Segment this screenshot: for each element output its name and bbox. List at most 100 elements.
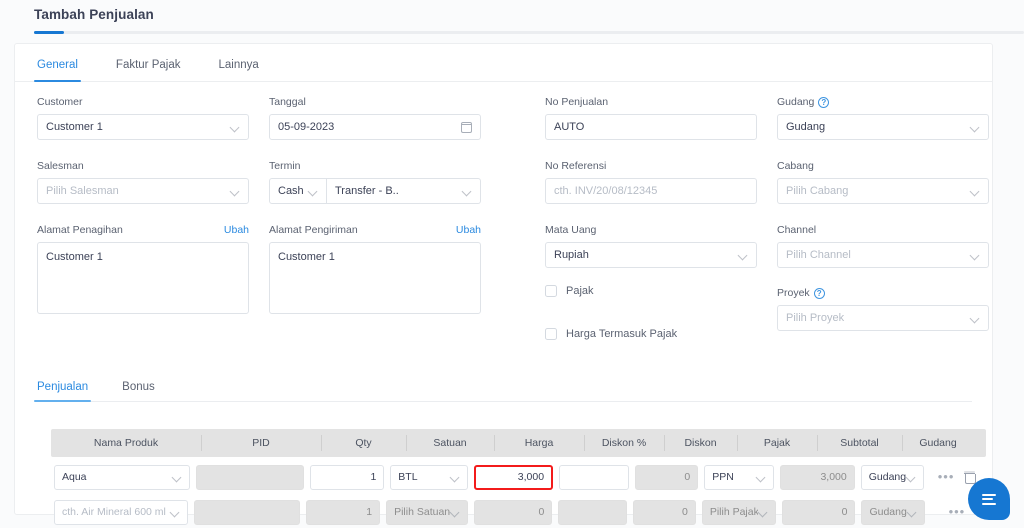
row-1-pajak-placeholder: Pilih Pajak bbox=[709, 506, 758, 518]
alamat-penagihan-textarea[interactable]: Customer 1 bbox=[37, 242, 249, 314]
col-header-harga: Harga bbox=[494, 429, 584, 457]
termin-method-select[interactable]: Transfer - B.. bbox=[327, 178, 481, 204]
termin-type-select[interactable]: Cash bbox=[269, 178, 327, 204]
chevron-down-icon bbox=[450, 507, 460, 517]
channel-label: Channel bbox=[777, 224, 817, 236]
cabang-select[interactable]: Pilih Cabang bbox=[777, 178, 989, 204]
row-1-diskon-persen-input[interactable] bbox=[558, 499, 628, 525]
mata-uang-label: Mata Uang bbox=[545, 224, 597, 236]
channel-select[interactable]: Pilih Channel bbox=[777, 242, 989, 268]
row-0-satuan-select[interactable]: BTL bbox=[390, 464, 468, 490]
salesman-select[interactable]: Pilih Salesman bbox=[37, 178, 249, 204]
chevron-down-icon bbox=[970, 122, 980, 132]
row-0-diskon-input[interactable]: 0 bbox=[634, 464, 699, 490]
field-group-no-referensi: No Referensi cth. INV/20/08/12345 bbox=[545, 160, 757, 204]
sub-tab-penjualan-label: Penjualan bbox=[37, 381, 89, 393]
row-0-qty-value: 1 bbox=[370, 471, 377, 483]
chat-bubble-icon[interactable] bbox=[968, 478, 1010, 520]
row-1-nama-produk-placeholder: cth. Air Mineral 600 ml bbox=[62, 506, 166, 518]
trash-icon[interactable] bbox=[964, 471, 977, 484]
no-penjualan-input[interactable]: AUTO bbox=[545, 114, 757, 140]
chevron-down-icon bbox=[230, 122, 240, 132]
row-1-satuan-select[interactable]: Pilih Satuan bbox=[386, 499, 469, 525]
row-0-pid-input[interactable] bbox=[196, 464, 304, 490]
row-0-pajak-select[interactable]: PPN bbox=[704, 464, 775, 490]
chevron-down-icon bbox=[906, 472, 916, 482]
chevron-down-icon bbox=[970, 250, 980, 260]
field-group-proyek: Proyek ? Pilih Proyek bbox=[777, 287, 989, 331]
no-referensi-input[interactable]: cth. INV/20/08/12345 bbox=[545, 178, 757, 204]
chevron-down-icon bbox=[970, 313, 980, 323]
proyek-select[interactable]: Pilih Proyek bbox=[777, 305, 989, 331]
customer-select[interactable]: Customer 1 bbox=[37, 114, 249, 140]
harga-termasuk-pajak-checkbox[interactable] bbox=[545, 328, 557, 340]
customer-value: Customer 1 bbox=[46, 121, 103, 133]
ellipsis-icon[interactable]: ••• bbox=[938, 470, 955, 483]
mata-uang-select[interactable]: Rupiah bbox=[545, 242, 757, 268]
col-header-gudang: Gudang bbox=[902, 429, 974, 457]
row-1-diskon-value: 0 bbox=[681, 506, 688, 518]
row-1-subtotal-input: 0 bbox=[781, 499, 856, 525]
calendar-icon[interactable] bbox=[460, 121, 473, 133]
checkbox-harga-termasuk-pajak-row[interactable]: Harga Termasuk Pajak bbox=[545, 328, 805, 340]
row-0-diskon-value: 0 bbox=[684, 471, 691, 483]
row-0-harga-input[interactable]: 3,000 bbox=[473, 464, 554, 490]
row-0-pajak-value: PPN bbox=[712, 471, 734, 483]
row-0-diskon-persen-input[interactable] bbox=[559, 464, 629, 490]
row-0-gudang-value: Gudang bbox=[868, 471, 907, 483]
pajak-checkbox-row[interactable]: Pajak bbox=[545, 285, 757, 297]
row-1-harga-input[interactable]: 0 bbox=[474, 499, 553, 525]
row-1-gudang-value: Gudang bbox=[869, 506, 907, 518]
chevron-down-icon bbox=[970, 186, 980, 196]
row-0-harga-value: 3,000 bbox=[517, 471, 545, 483]
row-0-subtotal-value: 3,000 bbox=[820, 471, 847, 483]
tab-faktur-pajak[interactable]: Faktur Pajak bbox=[116, 58, 181, 81]
field-group-gudang: Gudang ? Gudang bbox=[777, 96, 989, 140]
cabang-label: Cabang bbox=[777, 160, 814, 172]
harga-termasuk-pajak-checkbox-row[interactable]: Harga Termasuk Pajak bbox=[545, 328, 805, 340]
termin-control: Cash Transfer - B.. bbox=[269, 178, 481, 204]
row-0-gudang-select[interactable]: Gudang bbox=[860, 464, 925, 490]
alamat-penagihan-ubah-link[interactable]: Ubah bbox=[224, 224, 249, 237]
alamat-penagihan-label: Alamat Penagihan Ubah bbox=[37, 224, 249, 237]
checkbox-pajak-row[interactable]: Pajak bbox=[545, 285, 757, 297]
sub-tab-bonus[interactable]: Bonus bbox=[122, 380, 155, 401]
chevron-down-icon bbox=[758, 507, 768, 517]
row-1-pajak-select[interactable]: Pilih Pajak bbox=[701, 499, 776, 525]
tab-general[interactable]: General bbox=[34, 58, 81, 82]
row-1-pid-input[interactable] bbox=[194, 499, 301, 525]
row-1-nama-produk-select[interactable]: cth. Air Mineral 600 ml bbox=[54, 499, 189, 525]
customer-label: Customer bbox=[37, 96, 83, 108]
row-0-nama-produk-value: Aqua bbox=[62, 471, 87, 483]
row-1-qty-input[interactable]: 1 bbox=[306, 499, 381, 525]
col-header-pid: PID bbox=[201, 429, 321, 457]
mata-uang-value: Rupiah bbox=[554, 249, 589, 261]
salesman-placeholder: Pilih Salesman bbox=[46, 185, 119, 197]
ellipsis-icon[interactable]: ••• bbox=[949, 505, 966, 518]
alamat-pengiriman-ubah-link[interactable]: Ubah bbox=[456, 224, 481, 237]
tab-lainnya[interactable]: Lainnya bbox=[218, 58, 258, 81]
tab-general-label: General bbox=[37, 59, 78, 71]
help-circle-icon[interactable]: ? bbox=[818, 97, 830, 108]
pajak-checkbox[interactable] bbox=[545, 285, 557, 297]
col-header-satuan: Satuan bbox=[406, 429, 494, 457]
col-header-qty: Qty bbox=[321, 429, 406, 457]
row-0-qty-input[interactable]: 1 bbox=[309, 464, 385, 490]
alamat-pengiriman-textarea[interactable]: Customer 1 bbox=[269, 242, 481, 314]
chevron-down-icon bbox=[172, 472, 182, 482]
row-0-satuan-value: BTL bbox=[398, 471, 418, 483]
help-circle-icon[interactable]: ? bbox=[813, 288, 825, 299]
chevron-down-icon bbox=[450, 472, 460, 482]
gudang-value: Gudang bbox=[786, 121, 826, 133]
salesman-label: Salesman bbox=[37, 160, 84, 172]
gudang-select[interactable]: Gudang bbox=[777, 114, 989, 140]
field-group-mata-uang: Mata Uang Rupiah bbox=[545, 224, 757, 268]
row-0-nama-produk-select[interactable]: Aqua bbox=[54, 464, 190, 490]
row-1-diskon-input[interactable]: 0 bbox=[633, 499, 696, 525]
field-group-customer: Customer Customer 1 bbox=[37, 96, 249, 140]
tanggal-input[interactable]: 05-09-2023 bbox=[269, 114, 481, 140]
termin-label: Termin bbox=[269, 160, 301, 172]
line-item-tabs: Penjualan Bonus bbox=[33, 376, 972, 402]
row-1-gudang-select[interactable]: Gudang bbox=[861, 499, 925, 525]
sub-tab-penjualan[interactable]: Penjualan bbox=[33, 380, 92, 402]
